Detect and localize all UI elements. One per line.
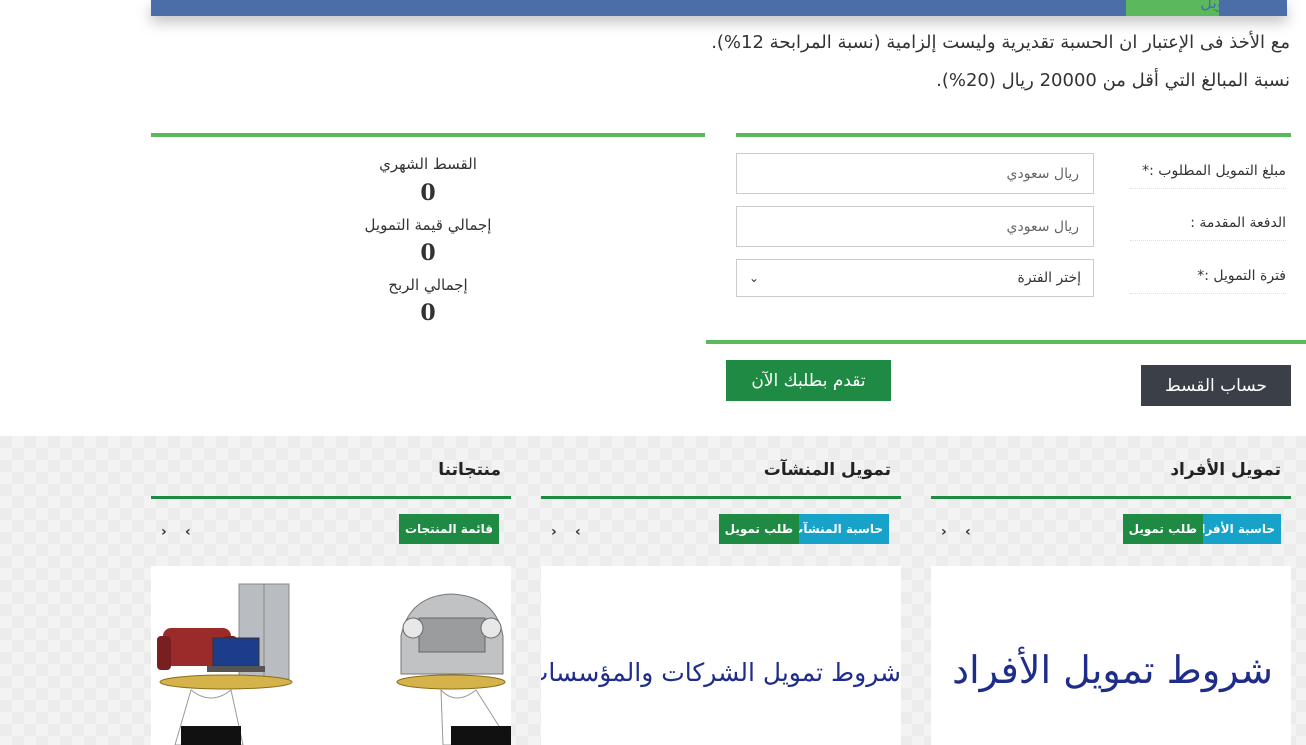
down-payment-input[interactable] [736,206,1094,247]
amount-input[interactable] [736,153,1094,194]
form-top-line [736,133,1291,137]
individuals-card[interactable]: شروط تمويل الأفراد [931,566,1291,745]
individuals-title: تمويل الأفراد [1170,460,1281,480]
chevron-left-icon[interactable]: ‹ [965,524,971,540]
companies-card-text: شروط تمويل الشركات والمؤسسات [541,658,901,687]
period-select-value: إختر الفترة [1017,270,1081,286]
apply-now-button[interactable]: تقدم بطلبك الآن [726,360,891,401]
monthly-installment-value: 0 [420,180,436,206]
products-card[interactable] [151,566,511,745]
note-line-1: مع الأخذ فى الإعتبار ان الحسبة تقديرية و… [711,32,1290,53]
amount-label: مبلغ التمويل المطلوب :* [1130,154,1286,189]
laptop-icon [212,637,260,667]
chevron-down-icon: ⌄ [749,271,760,285]
total-financing-value: 0 [420,240,436,266]
header-bar [151,0,1287,16]
companies-calculator-tag[interactable]: حاسبة المنشآت [785,514,889,544]
individuals-card-text: شروط تمويل الأفراد [952,648,1273,692]
chevron-left-icon[interactable]: ‹ [575,524,581,540]
tray-icon [159,674,293,690]
products-divider [151,496,511,499]
monthly-installment-label: القسط الشهري [379,155,477,173]
chevron-left-icon[interactable]: ‹ [185,524,191,540]
companies-card[interactable]: شروط تمويل الشركات والمؤسسات [541,566,901,745]
section-heading: حساب تمويل [1200,0,1288,12]
products-illustration [157,583,511,745]
products-column: منتجاتنا قائمة المنتجات › ‹ [151,436,511,745]
chevron-right-icon[interactable]: › [551,524,557,540]
results-top-line [151,133,705,137]
chevron-right-icon[interactable]: › [941,524,947,540]
individuals-column: تمويل الأفراد حاسبة الأفراد طلب تمويل › … [931,436,1291,745]
period-label: فترة التمويل :* [1130,259,1286,294]
companies-divider [541,496,901,499]
note-line-2: نسبة المبالغ التي أقل من 20000 ريال (20%… [936,70,1290,91]
products-title: منتجاتنا [438,460,501,480]
down-payment-label: الدفعة المقدمة : [1130,206,1286,241]
calculate-installment-button[interactable]: حساب القسط [1141,365,1291,406]
chevron-right-icon[interactable]: › [161,524,167,540]
companies-title: تمويل المنشآت [763,460,891,480]
total-profit-value: 0 [420,300,436,326]
form-bottom-line [706,340,1306,344]
companies-request-tag[interactable]: طلب تمويل [718,514,799,544]
products-list-tag[interactable]: قائمة المنتجات [398,514,499,544]
total-profit-label: إجمالي الربح [388,276,468,294]
individuals-divider [931,496,1291,499]
total-financing-label: إجمالي قيمة التمويل [364,216,492,234]
companies-column: تمويل المنشآت حاسبة المنشآت طلب تمويل › … [541,436,901,745]
individuals-request-tag[interactable]: طلب تمويل [1122,514,1203,544]
period-select[interactable]: إختر الفترة ⌄ [736,259,1094,297]
